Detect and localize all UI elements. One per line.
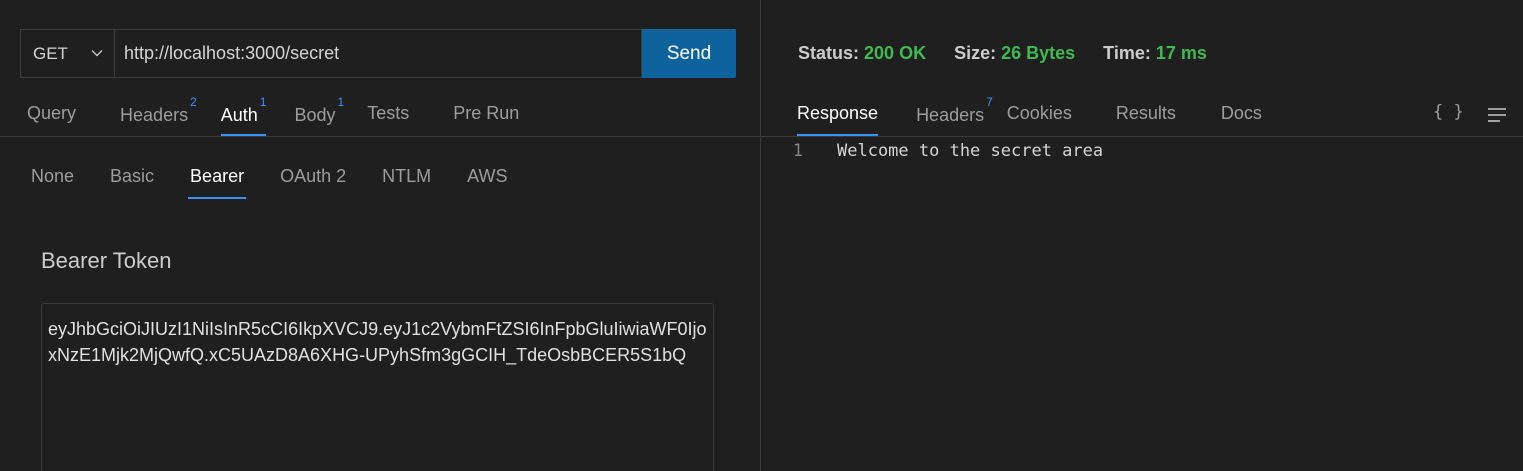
tab-auth[interactable]: Auth1: [220, 95, 267, 136]
tab-response-headers-badge: 7: [986, 95, 993, 109]
response-tabs: Response Headers7 Cookies Results Docs: [797, 95, 1262, 136]
tab-cookies-label: Cookies: [1006, 103, 1072, 123]
status-value: 200 OK: [864, 43, 927, 63]
tab-response-headers[interactable]: Headers7: [916, 95, 993, 136]
tabs-divider: [0, 136, 760, 137]
status-info: Status: 200 OK: [798, 43, 926, 64]
auth-type-tabs: None Basic Bearer OAuth 2 NTLM AWS: [31, 166, 543, 199]
method-label: GET: [33, 43, 68, 63]
tab-cookies[interactable]: Cookies: [1007, 95, 1072, 136]
size-value: 26 Bytes: [1001, 43, 1076, 63]
tab-tests[interactable]: Tests: [367, 95, 409, 136]
tab-query-label: Query: [27, 103, 77, 123]
size-label: Size:: [954, 43, 997, 63]
tab-headers-badge: 2: [190, 95, 197, 109]
method-select[interactable]: GET: [20, 29, 114, 78]
time-info: Time: 17 ms: [1103, 43, 1207, 64]
line-text: Welcome to the secret area: [837, 141, 1104, 161]
tab-auth-badge: 1: [259, 95, 267, 109]
tab-response-headers-label: Headers: [916, 105, 985, 125]
bearer-token-label: Bearer Token: [41, 248, 172, 273]
tab-docs-label: Docs: [1220, 103, 1262, 123]
tab-tests-label: Tests: [367, 103, 410, 123]
line-number: 1: [792, 141, 803, 161]
tab-pre-run-label: Pre Run: [453, 103, 520, 123]
tab-body-badge: 1: [337, 95, 345, 109]
size-info: Size: 26 Bytes: [954, 43, 1075, 64]
auth-tab-bearer[interactable]: Bearer: [188, 166, 247, 199]
tab-response[interactable]: Response: [797, 95, 879, 136]
tab-query[interactable]: Query: [27, 95, 76, 136]
request-pane: GET http://localhost:3000/secret Send Qu…: [0, 0, 760, 471]
chevron-down-icon: [91, 50, 103, 57]
auth-tab-none[interactable]: None: [31, 166, 74, 199]
response-line: 1 Welcome to the secret area: [761, 141, 1523, 161]
send-button[interactable]: Send: [642, 29, 736, 78]
response-body[interactable]: 1 Welcome to the secret area: [761, 141, 1523, 161]
tab-auth-label: Auth: [220, 105, 258, 125]
response-status-row: Status: 200 OK Size: 26 Bytes Time: 17 m…: [798, 43, 1235, 64]
time-label: Time:: [1103, 43, 1151, 63]
response-pane: Status: 200 OK Size: 26 Bytes Time: 17 m…: [761, 0, 1523, 471]
tab-headers[interactable]: Headers2: [120, 95, 197, 136]
auth-tab-aws[interactable]: AWS: [467, 166, 507, 199]
tab-headers-label: Headers: [120, 105, 189, 125]
url-bar: GET http://localhost:3000/secret Send: [20, 29, 736, 78]
format-json-icon[interactable]: { }: [1433, 102, 1464, 122]
tab-body[interactable]: Body1: [294, 95, 344, 136]
tab-response-label: Response: [797, 103, 879, 123]
auth-tab-basic[interactable]: Basic: [110, 166, 154, 199]
time-value: 17 ms: [1155, 43, 1207, 63]
response-tabs-divider: [761, 136, 1523, 137]
tab-results[interactable]: Results: [1116, 95, 1176, 136]
menu-lines-icon[interactable]: [1487, 107, 1507, 123]
tab-results-label: Results: [1115, 103, 1176, 123]
bearer-token-input[interactable]: eyJhbGciOiJIUzI1NiIsInR5cCI6IkpXVCJ9.eyJ…: [41, 303, 714, 471]
request-tabs: Query Headers2 Auth1 Body1 Tests Pre Run: [27, 95, 519, 136]
tab-docs[interactable]: Docs: [1221, 95, 1262, 136]
url-input[interactable]: http://localhost:3000/secret: [114, 29, 642, 78]
tab-pre-run[interactable]: Pre Run: [453, 95, 519, 136]
status-label: Status:: [798, 43, 860, 63]
tab-body-label: Body: [294, 105, 336, 125]
auth-tab-oauth2[interactable]: OAuth 2: [280, 166, 346, 199]
auth-tab-ntlm[interactable]: NTLM: [382, 166, 431, 199]
